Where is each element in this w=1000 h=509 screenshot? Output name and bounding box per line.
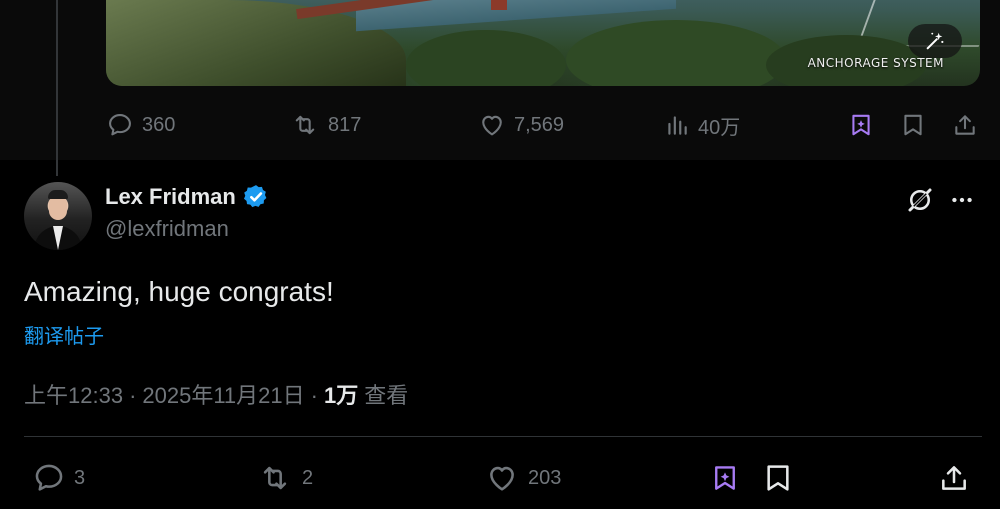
- like-button[interactable]: 203: [484, 460, 561, 496]
- author-name-row: Lex Fridman: [105, 182, 270, 212]
- bookmark-button[interactable]: [900, 108, 926, 142]
- reply-button[interactable]: 3: [32, 460, 85, 496]
- share-button[interactable]: [938, 460, 970, 496]
- thread-connector-line: [56, 0, 58, 176]
- grok-icon: [908, 188, 932, 212]
- translate-post-link[interactable]: 翻译帖子: [24, 320, 104, 349]
- meta-separator: ·: [129, 383, 137, 408]
- reply-count: 360: [142, 113, 176, 136]
- media-watermark: ANCHORAGE SYSTEM: [807, 56, 944, 70]
- retweet-count: 817: [328, 113, 362, 136]
- grok-bookmark-icon: [852, 114, 870, 136]
- author-handle[interactable]: @lexfridman: [105, 216, 229, 242]
- avatar-hair: [48, 190, 68, 199]
- tweet-text: Amazing, huge congrats!: [24, 276, 334, 307]
- heart-icon: [490, 466, 514, 491]
- tweet-date[interactable]: 2025年11月21日: [142, 378, 304, 410]
- retweet-icon: [295, 115, 315, 135]
- heart-icon: [482, 115, 502, 136]
- retweet-icon: [263, 466, 287, 490]
- avatar-face: [49, 196, 67, 220]
- tweet-media-image[interactable]: ANCHORAGE SYSTEM: [106, 0, 980, 86]
- analytics-icon: [668, 116, 687, 135]
- grok-bookmark-icon: [715, 466, 735, 490]
- share-icon: [955, 115, 975, 135]
- share-icon: [942, 466, 966, 490]
- media-bush: [566, 20, 786, 86]
- retweet-button[interactable]: 2: [256, 460, 313, 496]
- tweet-time[interactable]: 上午12:33: [24, 378, 123, 410]
- media-bridge-tower: [491, 0, 507, 10]
- like-count: 203: [528, 466, 562, 489]
- avatar[interactable]: [24, 182, 92, 250]
- tweet-metadata: 上午12:33 · 2025年11月21日 · 1万 查看: [24, 378, 408, 410]
- media-bush: [406, 30, 566, 86]
- views-label: 查看: [364, 383, 409, 408]
- views-count: 40万: [698, 116, 741, 139]
- reply-count: 3: [74, 466, 86, 489]
- more-options-button[interactable]: [946, 184, 978, 216]
- grok-bookmark-button[interactable]: [710, 460, 740, 496]
- verified-badge[interactable]: [242, 183, 270, 211]
- tweet-actions: 3 2 203: [24, 460, 982, 496]
- verified-check-icon: [243, 185, 267, 208]
- bookmark-icon: [904, 114, 922, 136]
- views-button[interactable]: 40万: [664, 108, 740, 142]
- bookmark-icon: [767, 465, 789, 491]
- previous-tweet: ANCHORAGE SYSTEM 360 817 7,569 40万: [0, 0, 1000, 176]
- previous-tweet-actions: 360 817 7,569 40万: [106, 108, 980, 142]
- share-button[interactable]: [952, 108, 978, 142]
- views-number: 1万: [323, 383, 359, 408]
- divider: [24, 436, 982, 437]
- meta-separator: ·: [310, 383, 318, 408]
- focused-tweet: Lex Fridman @lexfridman Amazing, huge co…: [0, 160, 1000, 509]
- like-button[interactable]: 7,569: [478, 108, 564, 142]
- magic-wand-icon: [926, 32, 944, 50]
- media-edit-button[interactable]: [908, 24, 962, 58]
- retweet-count: 2: [302, 466, 314, 489]
- bookmark-button[interactable]: [762, 460, 794, 496]
- grok-explain-button[interactable]: [904, 184, 936, 216]
- reply-icon: [35, 464, 63, 491]
- reply-icon: [109, 114, 131, 136]
- more-horizontal-icon: [952, 197, 972, 203]
- reply-button[interactable]: 360: [106, 108, 175, 142]
- retweet-button[interactable]: 817: [290, 108, 361, 142]
- like-count: 7,569: [514, 113, 565, 136]
- grok-bookmark-button[interactable]: [848, 108, 874, 142]
- author-display-name[interactable]: Lex Fridman: [105, 184, 236, 210]
